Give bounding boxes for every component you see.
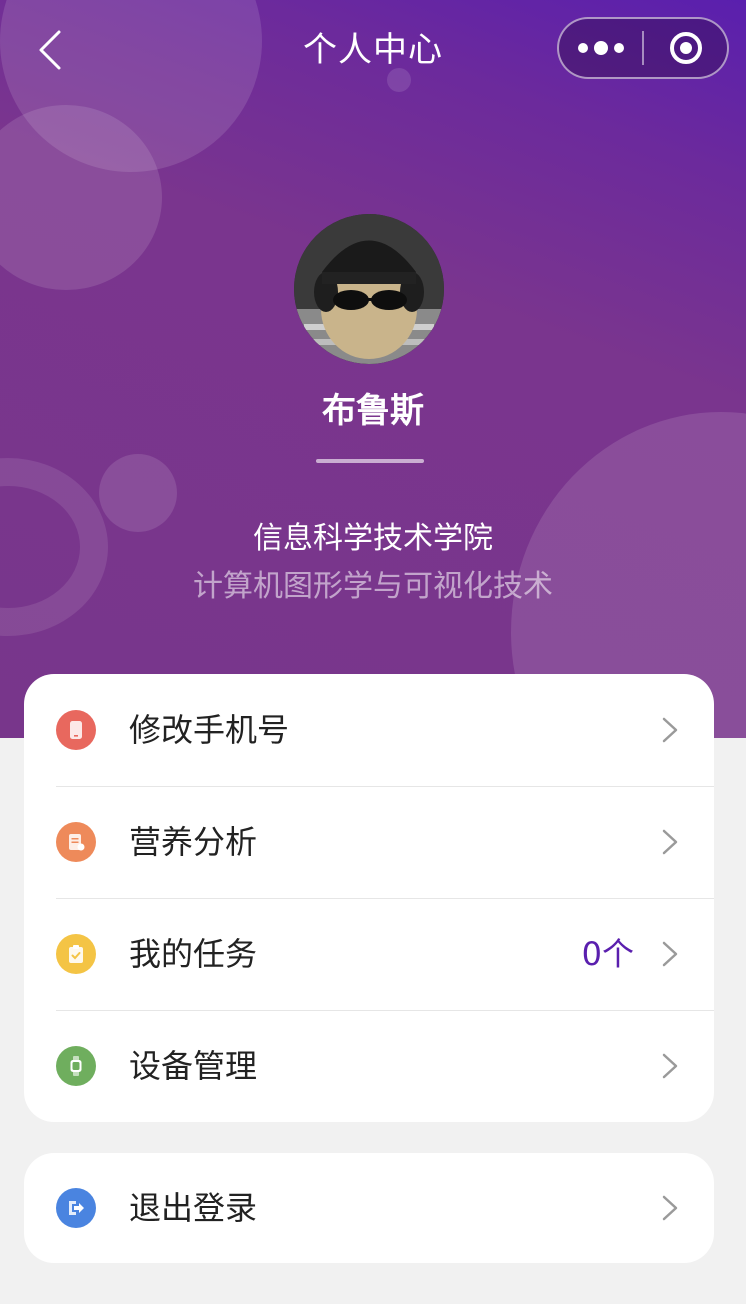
target-close-icon — [669, 32, 702, 64]
profile-header-background — [0, 0, 746, 738]
close-button[interactable] — [644, 19, 727, 77]
name-underline — [316, 459, 424, 463]
menu-item-device-management[interactable]: 设备管理 — [24, 1010, 714, 1122]
menu-item-my-tasks[interactable]: 我的任务 0个 — [24, 898, 714, 1010]
chevron-right-icon — [662, 717, 678, 743]
chevron-right-icon — [662, 1053, 678, 1079]
avatar[interactable] — [294, 214, 444, 364]
menu-item-label: 我的任务 — [129, 935, 258, 973]
user-name: 布鲁斯 — [322, 391, 424, 431]
chevron-right-icon — [662, 941, 678, 967]
menu-item-nutrition-analysis[interactable]: 营养分析 — [24, 786, 714, 898]
menu-item-label: 设备管理 — [129, 1047, 258, 1085]
menu-item-change-phone[interactable]: 修改手机号 — [24, 674, 714, 786]
watch-icon — [56, 1046, 96, 1086]
task-count: 0个 — [581, 935, 634, 973]
mini-program-capsule — [557, 17, 729, 79]
more-button[interactable] — [559, 19, 642, 77]
logout-label: 退出登录 — [129, 1189, 258, 1227]
avatar-photo — [294, 214, 444, 364]
report-icon — [56, 822, 96, 862]
more-dots-icon — [577, 41, 624, 55]
phone-icon — [56, 710, 96, 750]
logout-icon — [56, 1188, 96, 1228]
college-name: 信息科学技术学院 — [253, 521, 493, 556]
menu-item-label: 修改手机号 — [129, 711, 290, 749]
logout-button[interactable]: 退出登录 — [24, 1153, 714, 1263]
menu-item-label: 营养分析 — [129, 823, 258, 861]
chevron-right-icon — [662, 829, 678, 855]
settings-menu-card: 修改手机号 营养分析 我的任务 0个 设备管理 — [24, 674, 714, 1122]
logout-card: 退出登录 — [24, 1153, 714, 1263]
major-name: 计算机图形学与可视化技术 — [193, 569, 553, 604]
chevron-right-icon — [662, 1195, 678, 1221]
clipboard-check-icon — [56, 934, 96, 974]
